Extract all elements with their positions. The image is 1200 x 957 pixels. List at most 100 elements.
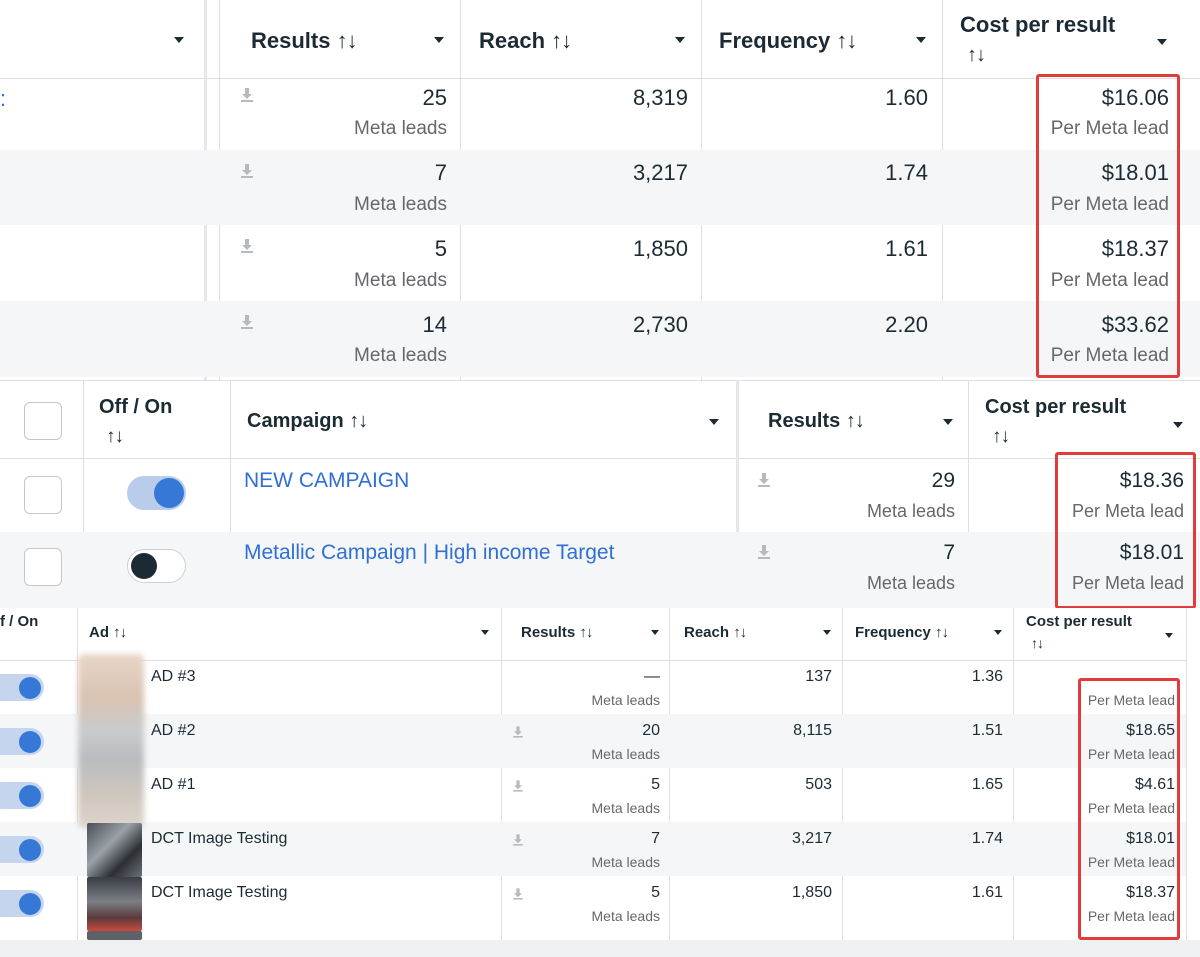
sort-icon[interactable]: ↑↓ (967, 44, 986, 67)
ad-name[interactable]: DCT Image Testing (151, 830, 287, 848)
result-type: Meta leads (591, 746, 660, 762)
reach-dropdown-icon[interactable] (823, 630, 831, 635)
result-type: Meta leads (354, 194, 447, 215)
results-value: 7 (943, 541, 955, 564)
toggle-knob (19, 839, 41, 861)
cost-dropdown-icon[interactable] (1157, 39, 1167, 45)
download-icon[interactable] (240, 163, 254, 179)
ad-thumbnail[interactable] (78, 654, 144, 828)
ad-name[interactable]: AD #3 (151, 668, 195, 686)
frequency-value: 1.74 (885, 160, 928, 185)
results-value: 14 (422, 312, 447, 337)
cost-dropdown-icon[interactable] (1165, 633, 1173, 638)
sort-icon[interactable]: ↑↓ (106, 426, 124, 448)
results-dropdown-icon[interactable] (651, 630, 659, 635)
ad-thumbnail[interactable] (87, 931, 142, 940)
ad-toggle-on[interactable] (0, 728, 44, 755)
highlight-box (1078, 678, 1180, 940)
toggle-knob (131, 553, 157, 579)
header-divider (0, 78, 1200, 79)
result-type: Meta leads (866, 573, 955, 593)
sort-icon[interactable]: ↑↓ (349, 410, 368, 432)
ad-name[interactable]: DCT Image Testing (151, 884, 287, 902)
frequency-column-header[interactable]: Frequency ↑↓ (719, 28, 857, 54)
off-on-column-header[interactable]: Off / On (99, 396, 172, 419)
results-value: 29 (931, 469, 955, 492)
ad-toggle-on[interactable] (0, 674, 44, 701)
results-dropdown-icon[interactable] (434, 37, 444, 43)
reach-column-header[interactable]: Reach ↑↓ (684, 624, 747, 641)
result-type: Meta leads (591, 800, 660, 816)
campaign-link-fragment[interactable]: : (0, 86, 6, 112)
frequency-value: 1.60 (885, 85, 928, 110)
frequency-dropdown-icon[interactable] (994, 630, 1002, 635)
ad-name[interactable]: AD #1 (151, 776, 195, 794)
campaign-table: Off / On ↑↓ Campaign ↑↓ Results ↑↓ Cost … (0, 380, 1200, 608)
select-all-checkbox[interactable] (24, 402, 62, 440)
frequency-value: 2.20 (885, 312, 928, 337)
frequency-column-header[interactable]: Frequency ↑↓ (855, 624, 949, 641)
cost-per-result-column-header[interactable]: Cost per result (960, 12, 1115, 38)
row-checkbox[interactable] (24, 476, 62, 514)
sort-icon[interactable]: ↑↓ (337, 28, 358, 53)
frequency-value: 1.65 (971, 776, 1003, 793)
sort-icon[interactable]: ↑↓ (846, 410, 865, 432)
sort-icon[interactable]: ↑↓ (992, 426, 1010, 448)
sort-icon[interactable]: ↑↓ (1031, 635, 1044, 651)
ad-thumbnail[interactable] (87, 877, 142, 931)
result-type: Meta leads (591, 692, 660, 708)
download-icon[interactable] (757, 544, 771, 560)
result-type: Meta leads (591, 854, 660, 870)
ad-thumbnail[interactable] (87, 823, 142, 877)
result-type: Meta leads (354, 270, 447, 291)
campaign-toggle-on[interactable] (127, 476, 186, 510)
sort-icon[interactable]: ↑↓ (551, 28, 572, 53)
cost-per-result-column-header[interactable]: Cost per result (1026, 613, 1132, 630)
campaign-dropdown-icon[interactable] (709, 419, 719, 425)
campaign-toggle-off[interactable] (127, 549, 186, 583)
results-value: 5 (434, 236, 447, 261)
reach-column-header[interactable]: Reach ↑↓ (479, 28, 572, 54)
results-value: 25 (422, 85, 447, 110)
sort-icon[interactable]: ↑↓ (733, 624, 747, 641)
sort-icon[interactable]: ↑↓ (836, 28, 857, 53)
frequency-value: 1.51 (971, 722, 1003, 739)
ad-toggle-on[interactable] (0, 890, 44, 917)
frequency-dropdown-icon[interactable] (916, 37, 926, 43)
results-value: — (644, 668, 660, 685)
download-icon[interactable] (240, 87, 254, 103)
results-column-header[interactable]: Results ↑↓ (768, 410, 865, 433)
campaign-column-header[interactable]: Campaign ↑↓ (247, 410, 368, 433)
ad-column-header[interactable]: Ad ↑↓ (89, 624, 127, 641)
reach-dropdown-icon[interactable] (675, 37, 685, 43)
download-icon[interactable] (757, 472, 771, 488)
column-dropdown-icon[interactable] (174, 37, 184, 43)
results-value: 7 (651, 830, 660, 847)
toggle-knob (154, 478, 184, 508)
campaign-name-link[interactable]: Metallic Campaign | High income Target (244, 541, 614, 565)
results-dropdown-icon[interactable] (943, 419, 953, 425)
horizontal-scrollbar[interactable] (0, 940, 1200, 957)
download-icon[interactable] (240, 238, 254, 254)
sort-icon[interactable]: ↑↓ (935, 624, 949, 641)
reach-value: 2,730 (632, 312, 688, 337)
reach-value: 3,217 (791, 830, 832, 847)
cost-per-result-column-header[interactable]: Cost per result (985, 396, 1126, 419)
column-divider (501, 608, 502, 940)
cost-dropdown-icon[interactable] (1173, 422, 1183, 428)
sort-icon[interactable]: ↑↓ (113, 624, 127, 641)
download-icon[interactable] (240, 314, 254, 330)
ad-toggle-on[interactable] (0, 782, 44, 809)
results-value: 7 (434, 160, 447, 185)
ad-table: f / On Ad ↑↓ Results ↑↓ Reach ↑↓ Frequen… (0, 608, 1200, 957)
reach-value: 1,850 (632, 236, 688, 261)
ad-dropdown-icon[interactable] (481, 630, 489, 635)
row-checkbox[interactable] (24, 548, 62, 586)
sort-icon[interactable]: ↑↓ (579, 624, 593, 641)
off-on-column-header[interactable]: f / On (0, 613, 38, 630)
ad-name[interactable]: AD #2 (151, 722, 195, 740)
campaign-name-link[interactable]: NEW CAMPAIGN (244, 469, 409, 493)
results-column-header[interactable]: Results ↑↓ (251, 28, 358, 54)
results-column-header[interactable]: Results ↑↓ (521, 624, 593, 641)
ad-toggle-on[interactable] (0, 836, 44, 863)
